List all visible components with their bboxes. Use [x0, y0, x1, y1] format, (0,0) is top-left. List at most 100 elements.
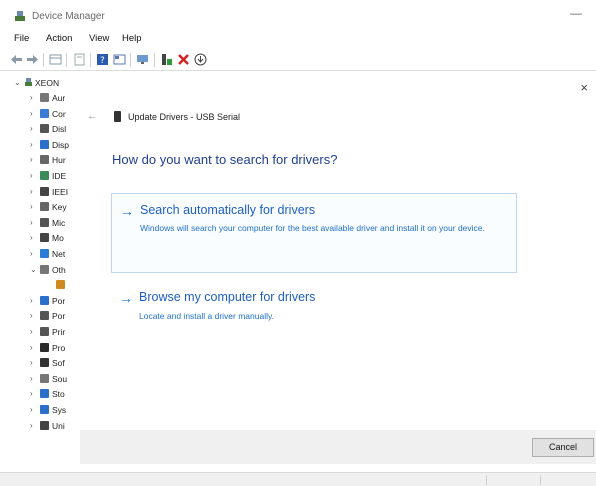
tree-root[interactable]: ⌄ XEON	[0, 76, 90, 91]
expand-chevron-icon[interactable]: ›	[30, 155, 33, 164]
printer-icon	[40, 327, 49, 336]
tree-item-label: Sys	[52, 405, 67, 415]
tree-item[interactable]: › Disl	[0, 122, 90, 137]
back-arrow-icon[interactable]	[10, 53, 23, 66]
tree-item[interactable]: › Disp	[0, 138, 90, 153]
scan-hardware-icon[interactable]	[194, 53, 207, 66]
search-automatically-option[interactable]: → Search automatically for drivers Windo…	[111, 193, 517, 273]
storage-icon	[40, 389, 49, 399]
expand-chevron-icon[interactable]: ›	[30, 124, 33, 133]
tree-item[interactable]	[0, 278, 90, 293]
console-icon[interactable]	[73, 53, 86, 66]
tree-item[interactable]: › Cor	[0, 107, 90, 122]
system-icon	[40, 405, 49, 414]
tree-item[interactable]: › Por	[0, 294, 90, 309]
tree-item[interactable]: › Prir	[0, 325, 90, 340]
right-arrow-icon: →	[120, 203, 134, 219]
expand-chevron-icon[interactable]: ›	[30, 218, 33, 227]
expand-chevron-icon[interactable]: ›	[30, 249, 33, 258]
menu-help[interactable]: Help	[122, 33, 142, 44]
expand-chevron-icon[interactable]: ›	[30, 93, 33, 102]
view-grid-icon[interactable]	[113, 53, 126, 66]
tree-item[interactable]: › Sou	[0, 372, 90, 387]
browse-computer-option[interactable]: → Browse my computer for drivers Locate …	[111, 288, 517, 328]
dialog-footer: Cancel	[80, 430, 596, 464]
tree-item-label: Net	[52, 249, 66, 259]
software-icon	[40, 358, 49, 368]
expand-chevron-icon[interactable]: ›	[30, 187, 33, 196]
keyboard-icon	[40, 202, 49, 212]
menu-view[interactable]: View	[89, 33, 109, 44]
tree-item[interactable]: › Sof	[0, 356, 90, 371]
expand-chevron-icon[interactable]: ›	[30, 358, 33, 367]
tree-item[interactable]: › Aur	[0, 91, 90, 106]
tree-item-label: Mic	[52, 217, 66, 228]
tree-item-label: Prir	[52, 327, 66, 337]
tree-item[interactable]: › Hur	[0, 153, 90, 168]
title-bar: Device Manager —	[0, 0, 596, 30]
tree-item[interactable]: › Sto	[0, 387, 90, 402]
sound-icon	[40, 373, 49, 383]
option-title: Browse my computer for drivers	[139, 290, 316, 304]
tree-item-label: Por	[52, 311, 66, 322]
expand-chevron-icon[interactable]: ›	[30, 343, 33, 352]
tree-item[interactable]: › Sys	[0, 403, 90, 418]
device-manager-icon	[15, 11, 25, 21]
tree-item[interactable]: ⌄ Oth	[0, 263, 90, 278]
cancel-button[interactable]: Cancel	[532, 438, 594, 457]
tree-item-label: Aur	[52, 93, 66, 103]
window-title: Device Manager	[32, 11, 105, 22]
monitor-icon[interactable]	[136, 53, 149, 66]
forward-arrow-icon[interactable]	[26, 53, 39, 66]
ide-icon	[40, 171, 49, 180]
network-icon	[40, 249, 49, 258]
expand-chevron-icon[interactable]: ›	[30, 389, 33, 398]
minimize-button[interactable]: —	[570, 6, 582, 20]
expand-chevron-icon[interactable]: ›	[30, 109, 33, 118]
mouse-icon	[40, 233, 49, 243]
dialog-question: How do you want to search for drivers?	[112, 152, 338, 167]
option-description: Locate and install a driver manually.	[139, 311, 274, 321]
tree-item[interactable]: › Net	[0, 247, 90, 262]
disk-icon	[40, 124, 49, 134]
mic-icon	[40, 217, 49, 227]
uninstall-x-icon[interactable]	[177, 53, 190, 66]
expand-chevron-icon[interactable]: ›	[30, 202, 33, 211]
tree-item[interactable]: › Mo	[0, 231, 90, 246]
toolbar: ?	[0, 49, 596, 71]
tree-item-label: Cor	[52, 108, 66, 119]
processor-icon	[40, 342, 49, 352]
back-arrow-icon[interactable]: ←	[87, 110, 98, 122]
tree-item-label: Disp	[52, 139, 70, 150]
collapse-chevron-icon[interactable]: ⌄	[14, 78, 21, 87]
right-arrow-icon: →	[119, 290, 133, 306]
expand-chevron-icon[interactable]: ›	[30, 140, 33, 149]
expand-chevron-icon[interactable]: ›	[30, 171, 33, 180]
expand-chevron-icon[interactable]: ›	[30, 296, 33, 305]
close-icon[interactable]: ×	[580, 80, 588, 95]
tree-item[interactable]: › Por	[0, 309, 90, 324]
expand-chevron-icon[interactable]: ›	[30, 327, 33, 336]
tree-item-label: Mo	[52, 233, 64, 244]
tree-item[interactable]: › Key	[0, 200, 90, 215]
other-devices-icon	[40, 264, 49, 274]
expand-chevron-icon[interactable]: ›	[30, 405, 33, 414]
menu-bar: File Action View Help	[0, 30, 596, 48]
tree-item[interactable]: › Mic	[0, 216, 90, 231]
expand-chevron-icon[interactable]: ›	[30, 374, 33, 383]
expand-chevron-icon[interactable]: ›	[30, 421, 33, 430]
display-icon	[40, 139, 49, 149]
expand-chevron-icon[interactable]: ›	[30, 311, 33, 320]
tree-item[interactable]: › Pro	[0, 341, 90, 356]
tree-item[interactable]: › Uni	[0, 419, 90, 434]
update-driver-icon[interactable]	[160, 53, 173, 66]
tree-item[interactable]: › IDE	[0, 169, 90, 184]
tree-item[interactable]: › IEEI	[0, 185, 90, 200]
collapse-chevron-icon[interactable]: ⌄	[30, 265, 37, 274]
tree-item-label: Sto	[52, 389, 65, 400]
properties-grid-icon[interactable]	[49, 53, 62, 66]
expand-chevron-icon[interactable]: ›	[30, 233, 33, 242]
help-icon[interactable]: ?	[96, 53, 109, 66]
menu-action[interactable]: Action	[46, 33, 72, 44]
menu-file[interactable]: File	[14, 33, 29, 44]
